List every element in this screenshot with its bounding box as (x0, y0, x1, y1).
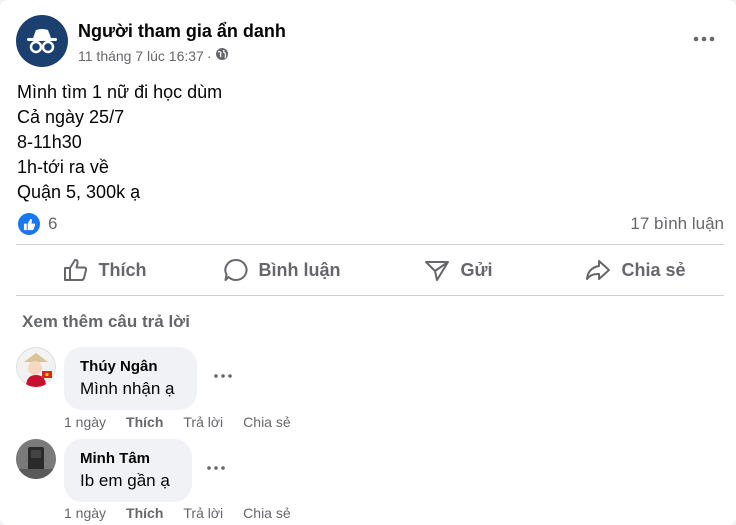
post-card: Người tham gia ẩn danh 11 tháng 7 lúc 16… (0, 0, 736, 525)
comment-bubble: Thúy Ngân Mình nhận ạ (64, 347, 197, 410)
comment-bubble-icon (223, 258, 247, 281)
post-line: 1h-tới ra về (17, 157, 109, 177)
send-button[interactable]: Gửi (370, 246, 547, 294)
comment-count[interactable]: 17 bình luận (630, 214, 724, 234)
comment-time[interactable]: 1 ngày (64, 414, 106, 430)
send-icon (425, 261, 450, 281)
comment-button[interactable]: Bình luận (193, 246, 370, 294)
post-body: Mình tìm 1 nữ đi học dùm Cả ngày 25/7 8-… (17, 80, 222, 205)
comment-more-icon[interactable] (212, 369, 234, 383)
comment-time[interactable]: 1 ngày (64, 505, 106, 521)
post-line: 8-11h30 (17, 132, 82, 152)
comment-more-icon[interactable] (205, 461, 227, 475)
comment-share-button[interactable]: Chia sẻ (243, 414, 290, 430)
anonymous-avatar-icon[interactable] (16, 15, 68, 67)
post-line: Cả ngày 25/7 (17, 107, 125, 127)
post-more-options-icon[interactable] (692, 27, 716, 51)
meta-separator: · (206, 48, 212, 64)
comment-actions: 1 ngày Thích Trả lời Chia sẻ (64, 505, 311, 521)
share-arrow-icon (586, 260, 611, 280)
comment-text: Ib em gần ạ (80, 471, 170, 490)
author-block: Người tham gia ẩn danh 11 tháng 7 lúc 16… (78, 20, 286, 65)
comment-like-button[interactable]: Thích (126, 414, 163, 430)
comment-author[interactable]: Thúy Ngân (80, 357, 181, 376)
send-label: Gửi (460, 259, 493, 280)
comment-reply-button[interactable]: Trả lời (183, 414, 223, 430)
comment-share-button[interactable]: Chia sẻ (243, 505, 290, 521)
avatar[interactable] (16, 439, 56, 479)
thumbs-up-icon (18, 213, 40, 235)
comment-text: Mình nhận ạ (80, 379, 175, 398)
post-meta: 11 tháng 7 lúc 16:37 · (78, 47, 286, 65)
comment-bubble: Minh Tâm Ib em gần ạ (64, 439, 192, 502)
divider (16, 295, 724, 296)
comment-actions: 1 ngày Thích Trả lời Chia sẻ (64, 414, 311, 430)
comment-reply-button[interactable]: Trả lời (183, 505, 223, 521)
post-time[interactable]: 11 tháng 7 lúc 16:37 (78, 47, 204, 65)
post-line: Mình tìm 1 nữ đi học dùm (17, 82, 223, 102)
author-name[interactable]: Người tham gia ẩn danh (78, 20, 286, 42)
post-line: Quận 5, 300k ạ (17, 182, 141, 202)
share-label: Chia sẻ (621, 259, 686, 280)
reactions-bar: 6 17 bình luận (18, 212, 724, 236)
comment-label: Bình luận (258, 259, 341, 280)
avatar[interactable] (16, 347, 56, 387)
thumbs-up-outline-icon (63, 258, 87, 281)
like-label: Thích (98, 259, 147, 280)
view-more-replies-link[interactable]: Xem thêm câu trả lời (22, 312, 190, 332)
comment-like-button[interactable]: Thích (126, 505, 163, 521)
post-actions: Thích Bình luận Gửi Chia sẻ (16, 246, 724, 294)
like-button[interactable]: Thích (16, 246, 193, 294)
comment-author[interactable]: Minh Tâm (80, 449, 176, 468)
share-button[interactable]: Chia sẻ (547, 246, 724, 294)
reaction-summary[interactable]: 6 (18, 213, 57, 235)
post-header: Người tham gia ẩn danh 11 tháng 7 lúc 16… (16, 15, 286, 67)
divider (16, 244, 724, 245)
reaction-count: 6 (48, 214, 58, 233)
globe-icon (215, 47, 229, 65)
